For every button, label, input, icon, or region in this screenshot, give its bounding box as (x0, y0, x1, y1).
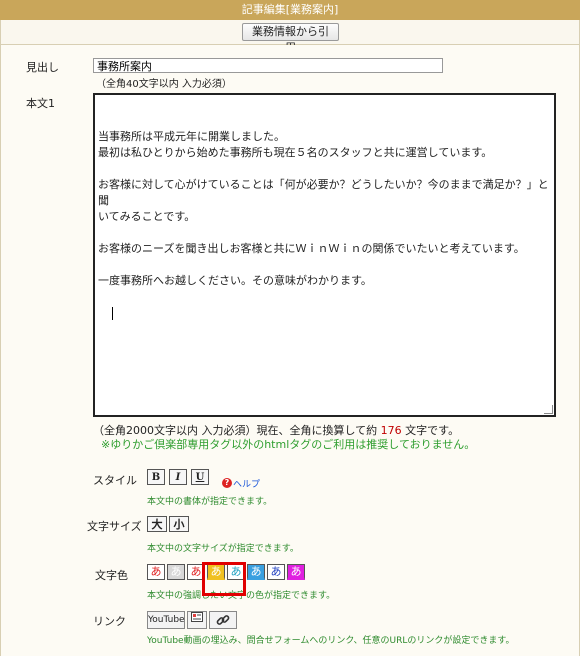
import-from-business-info-button[interactable]: 業務情報から引用 (242, 23, 339, 54)
highlight-box (202, 562, 246, 596)
body-line: お客様に対して心がけていることは「何が必要か？どうしたいか？今のままで満足か？」… (98, 178, 549, 207)
text-color-label: 文字色 (95, 569, 128, 582)
heading-label: 見出し (26, 61, 59, 74)
underline-button[interactable]: U (191, 469, 209, 485)
resize-handle[interactable] (544, 405, 553, 414)
body-line: いてみることです。 (98, 210, 196, 223)
font-size-label: 文字サイズ (87, 520, 142, 533)
body-text: 当事務所は平成元年に開業しました。最初は私ひとりから始めた事務所も現在５名のスタ… (98, 129, 551, 289)
color-swatch[interactable]: あ (247, 564, 265, 580)
help-link[interactable]: ヘルプ (233, 477, 260, 490)
style-note: 本文中の書体が指定できます。 (147, 497, 273, 507)
color-swatch[interactable]: あ (287, 564, 305, 580)
color-swatch[interactable]: あ (147, 564, 165, 580)
italic-button[interactable]: I (169, 469, 187, 485)
body-line: お客様のニーズを聞き出しお客様と共にＷｉｎＷｉｎの関係でいたいと考えています。 (98, 242, 525, 255)
text-cursor (112, 306, 113, 320)
link-note: YouTube動画の埋込み、問合せフォームへのリンク、任意のURLのリンクが設定… (147, 636, 515, 646)
heading-note: （全角40文字以内 入力必須） (96, 79, 232, 90)
size-small-button[interactable]: 小 (169, 516, 189, 532)
help-icon[interactable]: ? (222, 478, 232, 488)
youtube-embed-button[interactable]: YouTube (147, 611, 185, 629)
window-title: 記事編集[業務案内] (0, 0, 580, 20)
bold-button[interactable]: B (147, 469, 165, 485)
body-line: 当事務所は平成元年に開業しました。 (98, 130, 285, 143)
chain-link-icon (216, 615, 230, 625)
body-line: 一度事務所へお越しください。その意味がわかります。 (98, 274, 372, 287)
edit-form: 見出し （全角40文字以内 入力必須） 本文1 当事務所は平成元年に開業しました… (0, 45, 580, 656)
form-icon (191, 612, 203, 622)
body-line (98, 161, 551, 177)
size-note: 本文中の文字サイズが指定できます。 (147, 544, 299, 554)
toolbar: 業務情報から引用 (0, 20, 580, 54)
body-textarea[interactable]: 当事務所は平成元年に開業しました。最初は私ひとりから始めた事務所も現在５名のスタ… (93, 93, 556, 417)
color-swatch[interactable]: あ (167, 564, 185, 580)
body-line: 最初は私ひとりから始めた事務所も現在５名のスタッフと共に運営しています。 (98, 146, 493, 159)
body-label: 本文1 (26, 97, 55, 110)
color-swatch[interactable]: あ (267, 564, 285, 580)
body-line (98, 257, 551, 273)
html-tag-warning: ※ゆりかご倶楽部専用タグ以外のhtmlタグのご利用は推奨しておりません。 (101, 438, 476, 451)
size-large-button[interactable]: 大 (147, 516, 167, 532)
form-link-button[interactable] (187, 611, 207, 629)
link-label: リンク (93, 615, 126, 628)
heading-input[interactable] (93, 58, 443, 73)
url-link-button[interactable] (209, 611, 237, 629)
body-line (98, 225, 551, 241)
style-label: スタイル (93, 474, 137, 487)
